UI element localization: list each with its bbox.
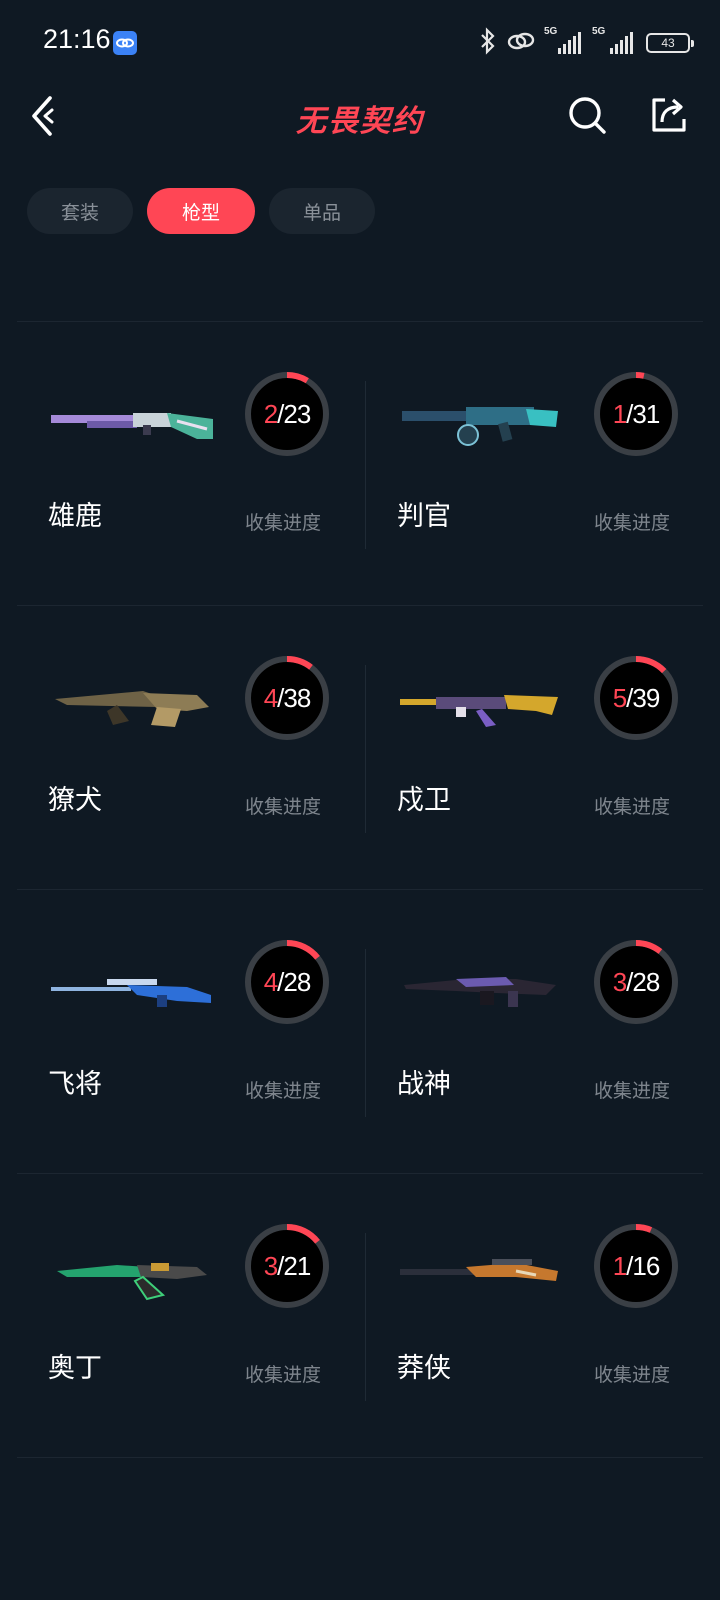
share-button[interactable] bbox=[648, 94, 690, 136]
tab-suits[interactable]: 套装 bbox=[27, 188, 133, 234]
search-button[interactable] bbox=[566, 94, 610, 138]
progress-count: 5/39 bbox=[612, 682, 661, 713]
progress-count: 3/21 bbox=[263, 1250, 312, 1281]
status-time: 21:16 bbox=[43, 24, 111, 54]
weapon-card-guardian[interactable]: 5/39 戍卫 收集进度 bbox=[366, 606, 703, 890]
progress-count: 1/16 bbox=[612, 1250, 661, 1281]
bucky-skin-image bbox=[51, 413, 213, 439]
status-indicators: 5G 5G 43 bbox=[478, 26, 694, 60]
weapon-row: 3/21 奥丁 收集进度 1/16 莽侠 收集进度 bbox=[17, 1174, 703, 1458]
progress-total: 28 bbox=[283, 966, 311, 997]
marshal-skin-image bbox=[51, 979, 211, 1007]
weapon-name: 奥丁 bbox=[48, 1353, 102, 1384]
weapon-name: 飞将 bbox=[48, 1069, 102, 1100]
progress-current: 1 bbox=[612, 398, 628, 429]
progress-current: 2 bbox=[263, 398, 279, 429]
weapon-row: 4/38 獠犬 收集进度 5/39 戍卫 收集进度 bbox=[17, 606, 703, 890]
progress-total: 39 bbox=[632, 682, 660, 713]
weapon-row: 2/23 雄鹿 收集进度 1/31 判官 收集进度 bbox=[17, 322, 703, 606]
progress-count: 2/23 bbox=[263, 398, 312, 429]
progress-total: 38 bbox=[283, 682, 311, 713]
guardian-skin-image bbox=[400, 695, 558, 727]
weapon-name: 判官 bbox=[397, 501, 451, 532]
weapon-card-bulldog[interactable]: 4/38 獠犬 收集进度 bbox=[17, 606, 360, 890]
signal-5g-icon-2: 5G bbox=[592, 26, 638, 54]
hotspot-link-icon bbox=[506, 29, 536, 57]
outlaw-skin-image bbox=[400, 1259, 558, 1281]
page-title: 无畏契约 bbox=[296, 104, 424, 139]
weapon-row: 4/28 飞将 收集进度 3/28 战神 收集进度 bbox=[17, 890, 703, 1174]
progress-label: 收集进度 bbox=[245, 796, 322, 818]
category-tabs: 套装 枪型 单品 bbox=[27, 188, 375, 234]
progress-total: 31 bbox=[632, 398, 660, 429]
status-bar: 21:16 5G 5G 43 bbox=[0, 0, 720, 88]
weapon-name: 獠犬 bbox=[48, 785, 102, 816]
weapon-card-stinger[interactable]: 5/24 蜂刺 收集进度 bbox=[366, 266, 703, 322]
weapon-name: 战神 bbox=[397, 1069, 451, 1100]
progress-count: 4/38 bbox=[263, 682, 312, 713]
progress-count: 3/28 bbox=[612, 966, 661, 997]
progress-current: 3 bbox=[263, 1250, 279, 1281]
progress-label: 收集进度 bbox=[245, 1364, 322, 1386]
judge-skin-image bbox=[402, 407, 558, 446]
weapon-name: 戍卫 bbox=[397, 785, 451, 816]
weapon-card-marshal[interactable]: 4/28 飞将 收集进度 bbox=[17, 890, 360, 1174]
weapon-card-ares[interactable]: 3/28 战神 收集进度 bbox=[366, 890, 703, 1174]
weapon-card-bucky[interactable]: 2/23 雄鹿 收集进度 bbox=[17, 322, 360, 606]
progress-current: 4 bbox=[263, 682, 279, 713]
signal-5g-icon-1: 5G bbox=[544, 26, 584, 54]
weapon-name: 雄鹿 bbox=[48, 501, 102, 532]
progress-current: 5 bbox=[612, 682, 628, 713]
progress-count: 4/28 bbox=[263, 966, 312, 997]
battery-icon: 43 bbox=[646, 33, 694, 53]
progress-label: 收集进度 bbox=[594, 1364, 671, 1386]
progress-label: 收集进度 bbox=[594, 796, 671, 818]
weapon-card-frenzy[interactable]: 4/37 狂怒 收集进度 bbox=[17, 266, 360, 322]
weapon-card-judge[interactable]: 1/31 判官 收集进度 bbox=[366, 322, 703, 606]
bulldog-skin-image bbox=[55, 691, 209, 727]
progress-count: 1/31 bbox=[612, 398, 661, 429]
progress-label: 收集进度 bbox=[245, 1080, 322, 1102]
weapon-row: 4/37 狂怒 收集进度 5/24 蜂刺 收集进度 bbox=[17, 266, 703, 322]
progress-label: 收集进度 bbox=[594, 512, 671, 534]
weapon-card-outlaw[interactable]: 1/16 莽侠 收集进度 bbox=[366, 1174, 703, 1458]
progress-current: 3 bbox=[612, 966, 628, 997]
progress-current: 4 bbox=[263, 966, 279, 997]
tab-single-items[interactable]: 单品 bbox=[269, 188, 375, 234]
app-header: 无畏契约 bbox=[0, 88, 720, 188]
progress-label: 收集进度 bbox=[594, 1080, 671, 1102]
progress-total: 23 bbox=[283, 398, 311, 429]
odin-skin-image bbox=[57, 1263, 207, 1301]
bluetooth-icon bbox=[478, 27, 498, 59]
progress-current: 1 bbox=[612, 1250, 628, 1281]
weapon-card-odin[interactable]: 3/21 奥丁 收集进度 bbox=[17, 1174, 360, 1458]
weapon-grid-content: 4/37 狂怒 收集进度 5/24 蜂刺 收集进度 bbox=[17, 266, 703, 1458]
weapon-grid[interactable]: 4/37 狂怒 收集进度 5/24 蜂刺 收集进度 bbox=[17, 266, 703, 1600]
progress-total: 16 bbox=[632, 1250, 660, 1281]
progress-label: 收集进度 bbox=[245, 512, 322, 534]
progress-total: 28 bbox=[632, 966, 660, 997]
weapon-name: 莽侠 bbox=[397, 1353, 451, 1384]
row-divider bbox=[17, 1457, 703, 1458]
tab-gun-types[interactable]: 枪型 bbox=[147, 188, 255, 234]
ares-skin-image bbox=[404, 977, 556, 1007]
link-app-icon bbox=[113, 31, 137, 55]
progress-total: 21 bbox=[283, 1250, 311, 1281]
